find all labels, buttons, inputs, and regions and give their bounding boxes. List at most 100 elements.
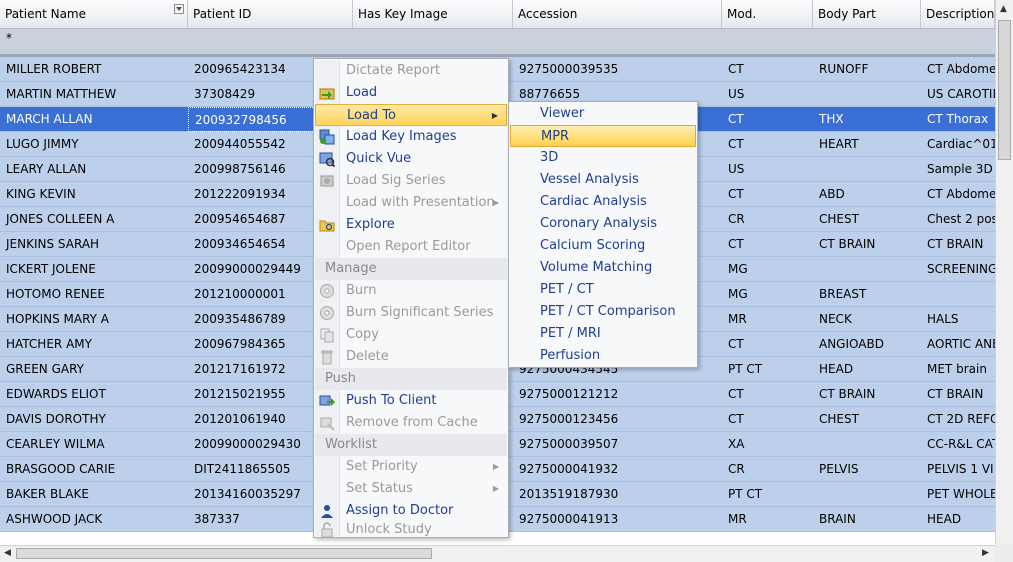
col-body-part[interactable]: Body Part: [813, 0, 921, 28]
menu-load-with-presentation[interactable]: Load with Presentation ▶: [315, 192, 507, 214]
group-manage: Manage: [315, 258, 507, 280]
table-cell: XA: [728, 437, 745, 451]
submenu-item[interactable]: Perfusion: [510, 345, 696, 367]
load-to-submenu: Viewer MPR 3D Vessel Analysis Cardiac Analys…: [508, 101, 698, 368]
menu-burn[interactable]: Burn: [315, 280, 507, 302]
menu-quick-vue[interactable]: Quick Vue: [315, 148, 507, 170]
menu-load[interactable]: Load: [315, 82, 507, 104]
scroll-left-icon[interactable]: ◀: [4, 548, 11, 558]
table-cell: [813, 257, 921, 282]
remove-cache-icon: [320, 417, 335, 431]
load-icon: [319, 88, 335, 100]
submenu-item[interactable]: Vessel Analysis: [510, 169, 696, 191]
col-patient-name-label: Patient Name: [5, 7, 86, 21]
table-cell: 9275000123456: [519, 412, 619, 426]
vertical-scroll-thumb[interactable]: [998, 20, 1011, 160]
submenu-item[interactable]: Volume Matching: [510, 257, 696, 279]
table-cell: LUGO JIMMY: [6, 137, 79, 151]
menu-open-report-editor[interactable]: Open Report Editor: [315, 236, 507, 258]
table-cell: RUNOFF: [819, 62, 869, 76]
table-cell: BREAST: [819, 287, 867, 301]
scroll-up-icon[interactable]: ▲: [1000, 4, 1007, 14]
folder-icon: [319, 220, 335, 232]
col-patient-name[interactable]: Patient Name: [0, 0, 188, 28]
unlock-icon: [321, 522, 333, 538]
table-cell: JONES COLLEEN A: [6, 212, 115, 226]
table-cell: HOTOMO RENEE: [6, 287, 105, 301]
table-cell: CT BRAIN: [819, 387, 876, 401]
group-worklist: Worklist: [315, 434, 507, 456]
table-cell: BAKER BLAKE: [6, 487, 89, 501]
submenu-item[interactable]: 3D: [510, 147, 696, 169]
submenu-arrow-icon: ▶: [492, 484, 499, 493]
table-cell: MARCH ALLAN: [6, 112, 93, 126]
scroll-right-icon[interactable]: ▶: [982, 548, 989, 558]
submenu-item[interactable]: PET / CT: [510, 279, 696, 301]
submenu-item[interactable]: MPR: [510, 125, 696, 147]
table-cell: EDWARDS ELIOT: [6, 387, 106, 401]
menu-load-key-images[interactable]: Load Key Images: [315, 126, 507, 148]
menu-set-priority[interactable]: Set Priority ▶: [315, 456, 507, 478]
table-cell: MET brain: [927, 362, 987, 376]
menu-delete[interactable]: Delete: [315, 346, 507, 368]
menu-load-to[interactable]: Load To ▶: [315, 104, 507, 126]
table-cell: US: [728, 87, 745, 101]
table-cell: 9275000039507: [519, 437, 619, 451]
table-cell: JENKINS SARAH: [6, 237, 100, 251]
menu-dictate-report[interactable]: Dictate Report: [315, 60, 507, 82]
table-cell: HEAD: [819, 362, 854, 376]
menu-remove-from-cache[interactable]: Remove from Cache: [315, 412, 507, 434]
table-cell: HEAD: [927, 512, 962, 526]
submenu-item[interactable]: Coronary Analysis: [510, 213, 696, 235]
table-cell: CC-R&L CAT: [927, 437, 995, 451]
copy-icon: [320, 328, 334, 343]
table-cell: SCREENING: [927, 262, 995, 276]
col-has-key-image[interactable]: Has Key Image: [353, 0, 513, 28]
menu-explore[interactable]: Explore: [315, 214, 507, 236]
table-cell: 9275000121212: [519, 387, 619, 401]
submenu-item[interactable]: Calcium Scoring: [510, 235, 696, 257]
table-cell: CT BRAIN: [819, 237, 876, 251]
col-accession[interactable]: Accession: [513, 0, 722, 28]
submenu-item[interactable]: PET / MRI: [510, 323, 696, 345]
table-cell: [813, 432, 921, 457]
table-cell: HALS: [927, 312, 959, 326]
menu-push-to-client[interactable]: Push To Client: [315, 390, 507, 412]
table-cell: CT 2D REFO: [927, 412, 995, 426]
table-cell: CT: [728, 237, 744, 251]
vertical-scrollbar[interactable]: ▲: [995, 0, 1013, 545]
new-row[interactable]: *: [0, 29, 995, 57]
menu-set-status[interactable]: Set Status ▶: [315, 478, 507, 500]
table-cell: ICKERT JOLENE: [6, 262, 96, 276]
table-cell: CT BRAIN: [927, 387, 984, 401]
table-cell: DAVIS DOROTHY: [6, 412, 106, 426]
menu-load-sig-series[interactable]: Load Sig Series: [315, 170, 507, 192]
table-cell: ABD: [819, 187, 845, 201]
submenu-item[interactable]: Viewer: [510, 103, 696, 125]
horizontal-scrollbar[interactable]: ◀ ▶: [0, 545, 995, 562]
submenu-item[interactable]: PET / CT Comparison: [510, 301, 696, 323]
table-cell: CEARLEY WILMA: [6, 437, 105, 451]
col-modality[interactable]: Mod.: [722, 0, 813, 28]
table-cell: CT: [728, 412, 744, 426]
disc-icon: [320, 284, 334, 298]
menu-copy[interactable]: Copy: [315, 324, 507, 346]
table-cell: CT BRAIN: [927, 237, 984, 251]
menu-unlock-study[interactable]: Unlock Study: [315, 522, 507, 538]
col-patient-id[interactable]: Patient ID: [188, 0, 353, 28]
col-description[interactable]: Description: [921, 0, 995, 28]
table-cell: THX: [819, 112, 844, 126]
trash-icon: [321, 350, 333, 365]
filter-icon[interactable]: [174, 4, 184, 14]
table-cell: [813, 82, 921, 107]
menu-burn-significant-series[interactable]: Burn Significant Series: [315, 302, 507, 324]
key-images-icon: [319, 129, 335, 145]
menu-assign-to-doctor[interactable]: Assign to Doctor: [315, 500, 507, 522]
table-cell: CR: [728, 462, 745, 476]
table-cell: [813, 482, 921, 507]
submenu-item[interactable]: Cardiac Analysis: [510, 191, 696, 213]
horizontal-scroll-thumb[interactable]: [16, 548, 432, 559]
table-cell: [813, 157, 921, 182]
table-cell: [921, 282, 995, 307]
table-cell: HATCHER AMY: [6, 337, 92, 351]
